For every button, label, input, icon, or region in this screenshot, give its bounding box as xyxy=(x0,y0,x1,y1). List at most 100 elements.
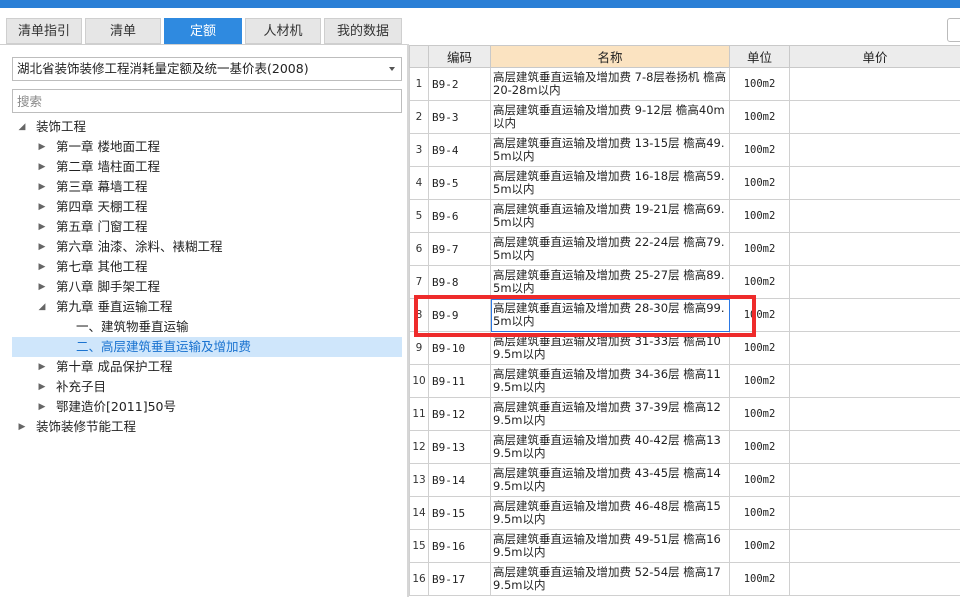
collapsed-arrow-icon[interactable]: ▶ xyxy=(36,137,48,157)
table-row[interactable]: 14 B9-15 高层建筑垂直运输及增加费 46-48层 檐高159.5m以内 100… xyxy=(409,496,960,530)
collapsed-arrow-icon[interactable]: ▶ xyxy=(36,217,48,237)
price-cell[interactable] xyxy=(789,166,960,200)
collapsed-arrow-icon[interactable]: ▶ xyxy=(36,277,48,297)
code-cell[interactable]: B9-17 xyxy=(428,562,491,596)
unit-cell[interactable]: 100m2 xyxy=(729,463,790,497)
row-number-cell[interactable]: 14 xyxy=(409,496,429,530)
tree-item-ch9-sec2[interactable]: 二、高层建筑垂直运输及增加费 xyxy=(12,337,402,357)
code-cell[interactable]: B9-2 xyxy=(428,67,491,101)
name-cell[interactable]: 高层建筑垂直运输及增加费 13-15层 檐高49.5m以内 xyxy=(490,133,730,167)
collapsed-arrow-icon[interactable]: ▶ xyxy=(36,197,48,217)
code-cell[interactable]: B9-14 xyxy=(428,463,491,497)
unit-cell[interactable]: 100m2 xyxy=(729,166,790,200)
tree-item-ch9[interactable]: ◢ 第九章 垂直运输工程 xyxy=(0,297,407,317)
code-cell[interactable]: B9-7 xyxy=(428,232,491,266)
name-cell[interactable]: 高层建筑垂直运输及增加费 7-8层卷扬机 檐高20-28m以内 xyxy=(490,67,730,101)
name-cell[interactable]: 高层建筑垂直运输及增加费 25-27层 檐高89.5m以内 xyxy=(490,265,730,299)
row-number-cell[interactable]: 5 xyxy=(409,199,429,233)
row-number-cell[interactable]: 16 xyxy=(409,562,429,596)
collapsed-arrow-icon[interactable]: ▶ xyxy=(16,417,28,437)
tab-bill-guide[interactable]: 清单指引 xyxy=(6,18,82,44)
tree-item-ch2[interactable]: ▶ 第二章 墙柱面工程 xyxy=(0,157,407,177)
code-cell[interactable]: B9-11 xyxy=(428,364,491,398)
tree-item-ch4[interactable]: ▶ 第四章 天棚工程 xyxy=(0,197,407,217)
price-cell[interactable] xyxy=(789,397,960,431)
tree-item-root2[interactable]: ▶ 装饰装修节能工程 xyxy=(0,417,407,437)
unit-cell[interactable]: 100m2 xyxy=(729,100,790,134)
row-number-cell[interactable]: 15 xyxy=(409,529,429,563)
code-cell[interactable]: B9-16 xyxy=(428,529,491,563)
name-cell[interactable]: 高层建筑垂直运输及增加费 16-18层 檐高59.5m以内 xyxy=(490,166,730,200)
name-cell[interactable]: 高层建筑垂直运输及增加费 37-39层 檐高129.5m以内 xyxy=(490,397,730,431)
search-input[interactable] xyxy=(12,89,402,113)
name-cell[interactable]: 高层建筑垂直运输及增加费 31-33层 檐高109.5m以内 xyxy=(490,331,730,365)
unit-cell[interactable]: 100m2 xyxy=(729,430,790,464)
name-cell[interactable]: 高层建筑垂直运输及增加费 46-48层 檐高159.5m以内 xyxy=(490,496,730,530)
collapsed-arrow-icon[interactable]: ▶ xyxy=(36,257,48,277)
collapsed-arrow-icon[interactable]: ▶ xyxy=(36,177,48,197)
table-row[interactable]: 15 B9-16 高层建筑垂直运输及增加费 49-51层 檐高169.5m以内 100… xyxy=(409,529,960,563)
price-cell[interactable] xyxy=(789,133,960,167)
code-cell[interactable]: B9-6 xyxy=(428,199,491,233)
price-cell[interactable] xyxy=(789,430,960,464)
row-number-cell[interactable]: 12 xyxy=(409,430,429,464)
row-number-cell[interactable]: 6 xyxy=(409,232,429,266)
name-cell[interactable]: 高层建筑垂直运输及增加费 43-45层 檐高149.5m以内 xyxy=(490,463,730,497)
tab-bill[interactable]: 清单 xyxy=(85,18,161,44)
price-cell[interactable] xyxy=(789,67,960,101)
expanded-arrow-icon[interactable]: ◢ xyxy=(16,117,28,137)
tree-item-ch3[interactable]: ▶ 第三章 幕墙工程 xyxy=(0,177,407,197)
code-cell[interactable]: B9-12 xyxy=(428,397,491,431)
code-cell[interactable]: B9-5 xyxy=(428,166,491,200)
unit-cell[interactable]: 100m2 xyxy=(729,331,790,365)
collapsed-arrow-icon[interactable]: ▶ xyxy=(36,377,48,397)
row-number-cell[interactable]: 4 xyxy=(409,166,429,200)
tree-item-root[interactable]: ◢ 装饰工程 xyxy=(0,117,407,137)
tree-item-supplement[interactable]: ▶ 补充子目 xyxy=(0,377,407,397)
price-cell[interactable] xyxy=(789,100,960,134)
unit-cell[interactable]: 100m2 xyxy=(729,298,790,332)
collapsed-arrow-icon[interactable]: ▶ xyxy=(36,357,48,377)
expanded-arrow-icon[interactable]: ◢ xyxy=(36,297,48,317)
row-number-cell[interactable]: 3 xyxy=(409,133,429,167)
unit-cell[interactable]: 100m2 xyxy=(729,562,790,596)
unit-cell[interactable]: 100m2 xyxy=(729,265,790,299)
price-cell[interactable] xyxy=(789,364,960,398)
code-cell[interactable]: B9-4 xyxy=(428,133,491,167)
row-number-cell[interactable]: 7 xyxy=(409,265,429,299)
table-row[interactable]: 5 B9-6 高层建筑垂直运输及增加费 19-21层 檐高69.5m以内 100m2 xyxy=(409,199,960,233)
code-cell[interactable]: B9-3 xyxy=(428,100,491,134)
row-number-cell[interactable]: 10 xyxy=(409,364,429,398)
name-cell[interactable]: 高层建筑垂直运输及增加费 52-54层 檐高179.5m以内 xyxy=(490,562,730,596)
tree-item-ch9-sec1[interactable]: 一、建筑物垂直运输 xyxy=(0,317,407,337)
unit-cell[interactable]: 100m2 xyxy=(729,397,790,431)
price-cell[interactable] xyxy=(789,463,960,497)
tree-item-ch10[interactable]: ▶ 第十章 成品保护工程 xyxy=(0,357,407,377)
library-select[interactable]: 湖北省装饰装修工程消耗量定额及统一基价表(2008) xyxy=(12,57,402,81)
toolbar-box[interactable] xyxy=(947,18,960,42)
collapsed-arrow-icon[interactable]: ▶ xyxy=(36,157,48,177)
table-row[interactable]: 11 B9-12 高层建筑垂直运输及增加费 37-39层 檐高129.5m以内 100… xyxy=(409,397,960,431)
column-header-price[interactable]: 单价 xyxy=(789,45,960,68)
table-row[interactable]: 13 B9-14 高层建筑垂直运输及增加费 43-45层 檐高149.5m以内 100… xyxy=(409,463,960,497)
unit-cell[interactable]: 100m2 xyxy=(729,133,790,167)
tab-labor-material-machine[interactable]: 人材机 xyxy=(245,18,321,44)
tree-item-ch8[interactable]: ▶ 第八章 脚手架工程 xyxy=(0,277,407,297)
column-header-unit[interactable]: 单位 xyxy=(729,45,790,68)
collapsed-arrow-icon[interactable]: ▶ xyxy=(36,397,48,417)
table-row[interactable]: 9 B9-10 高层建筑垂直运输及增加费 31-33层 檐高109.5m以内 100m… xyxy=(409,331,960,365)
tree-item-ch5[interactable]: ▶ 第五章 门窗工程 xyxy=(0,217,407,237)
collapsed-arrow-icon[interactable]: ▶ xyxy=(36,237,48,257)
price-cell[interactable] xyxy=(789,562,960,596)
tab-my-data[interactable]: 我的数据 xyxy=(324,18,402,44)
name-cell[interactable]: 高层建筑垂直运输及增加费 34-36层 檐高119.5m以内 xyxy=(490,364,730,398)
row-number-cell[interactable]: 9 xyxy=(409,331,429,365)
tab-quota[interactable]: 定额 xyxy=(164,18,242,44)
code-cell[interactable]: B9-15 xyxy=(428,496,491,530)
code-cell[interactable]: B9-8 xyxy=(428,265,491,299)
table-row[interactable]: 7 B9-8 高层建筑垂直运输及增加费 25-27层 檐高89.5m以内 100m2 xyxy=(409,265,960,299)
price-cell[interactable] xyxy=(789,199,960,233)
row-number-cell[interactable]: 8 xyxy=(409,298,429,332)
name-cell[interactable]: 高层建筑垂直运输及增加费 19-21层 檐高69.5m以内 xyxy=(490,199,730,233)
code-cell[interactable]: B9-13 xyxy=(428,430,491,464)
